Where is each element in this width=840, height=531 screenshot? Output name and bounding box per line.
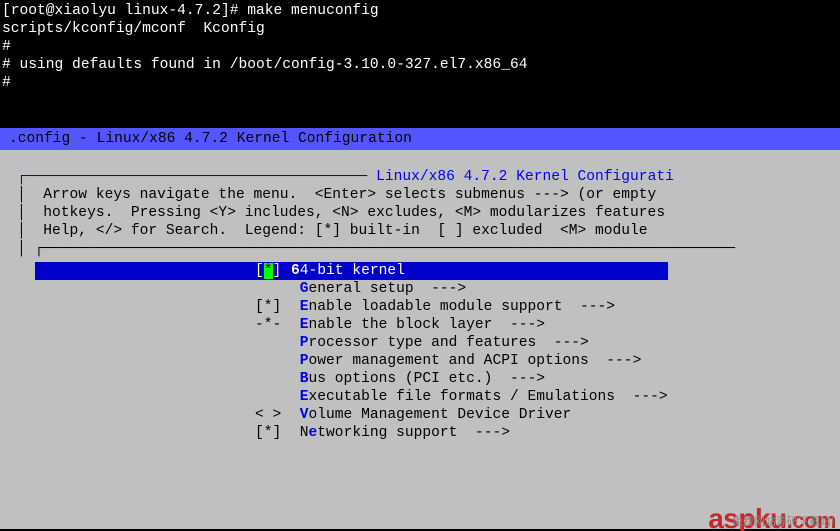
menu-item-loadable-module[interactable]: [*] Enable loadable module support ---> bbox=[35, 298, 668, 316]
menuconfig-titlebar: .config - Linux/x86 4.7.2 Kernel Configu… bbox=[0, 128, 840, 150]
menu-item-64bit-kernel[interactable]: [*] 64-bit kernel bbox=[35, 262, 668, 280]
term-line-2: # using defaults found in /boot/config-3… bbox=[2, 56, 838, 74]
menu-item-power-mgmt[interactable]: Power management and ACPI options ---> bbox=[35, 352, 668, 370]
menuconfig-body: ┌───────────────────────────────────────… bbox=[0, 150, 840, 529]
dialog-title: Linux/x86 4.7.2 Kernel Configurati bbox=[376, 169, 674, 185]
terminal-output: [root@xiaolyu linux-4.7.2]# make menucon… bbox=[0, 0, 840, 128]
dialog-title-rule: ┌───────────────────────────────────────… bbox=[0, 168, 840, 186]
prompt-line[interactable]: [root@xiaolyu linux-4.7.2]# make menucon… bbox=[2, 2, 838, 20]
menu-item-general-setup[interactable]: General setup ---> bbox=[35, 280, 668, 298]
instructions-line-3: │ Help, </> for Search. Legend: [*] buil… bbox=[0, 222, 840, 240]
watermark-subtitle: 免费网站源码下载站! bbox=[732, 513, 834, 531]
term-line-1: scripts/kconfig/mconf Kconfig bbox=[2, 20, 838, 38]
menu-item-block-layer[interactable]: -*- Enable the block layer ---> bbox=[35, 316, 668, 334]
menu-list[interactable]: [*] 64-bit kernel General setup ---> [*]… bbox=[35, 262, 668, 442]
menu-item-processor-type[interactable]: Processor type and features ---> bbox=[35, 334, 668, 352]
inner-box-top: │ ┌─────────────────────────────────────… bbox=[0, 240, 840, 258]
term-hash-2: # bbox=[2, 74, 838, 92]
instructions-line-1: │ Arrow keys navigate the menu. <Enter> … bbox=[0, 186, 840, 204]
menu-item-exec-formats[interactable]: Executable file formats / Emulations ---… bbox=[35, 388, 668, 406]
menu-item-bus-options[interactable]: Bus options (PCI etc.) ---> bbox=[35, 370, 668, 388]
term-hash-1: # bbox=[2, 38, 838, 56]
instructions-line-2: │ hotkeys. Pressing <Y> includes, <N> ex… bbox=[0, 204, 840, 222]
titlebar-text: .config - Linux/x86 4.7.2 Kernel Configu… bbox=[9, 130, 412, 148]
menu-item-volume-mgmt[interactable]: < > Volume Management Device Driver bbox=[35, 406, 668, 424]
menu-item-networking[interactable]: [*] Networking support ---> bbox=[35, 424, 668, 442]
